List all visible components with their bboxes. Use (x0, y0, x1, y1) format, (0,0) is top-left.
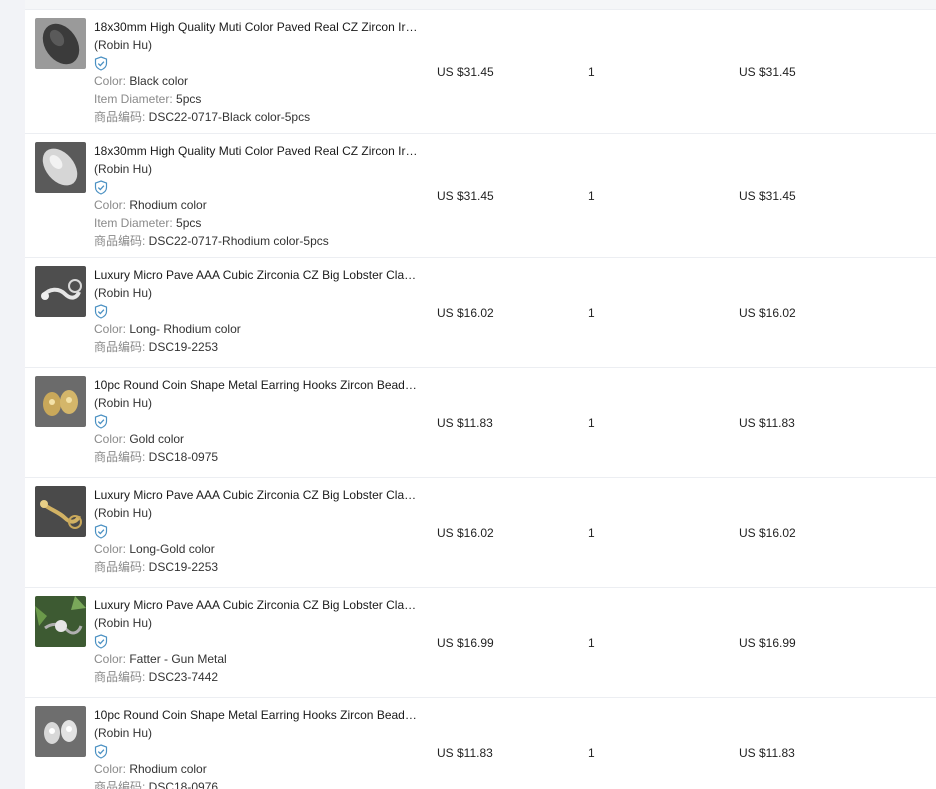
seller-name: (Robin Hu) (94, 396, 153, 410)
shield-check-icon (94, 55, 108, 71)
shield-check-icon (94, 743, 108, 759)
product-attribute: Color: Rhodium color (94, 198, 207, 212)
unit-price: US $11.83 (437, 416, 493, 430)
seller-name: (Robin Hu) (94, 38, 153, 52)
product-sku: 商品编码: DSC22-0717-Black color-5pcs (94, 110, 311, 124)
shield-check-icon (94, 633, 108, 649)
line-total: US $16.02 (739, 306, 796, 320)
shield-check-icon (94, 179, 108, 195)
unit-price: US $31.45 (437, 65, 494, 79)
unit-price: US $16.02 (437, 306, 494, 320)
product-title-link[interactable]: 18x30mm High Quality Muti Color Paved Re… (94, 142, 424, 160)
product-sku: 商品编码: DSC18-0976 (94, 780, 219, 789)
product-sku: 商品编码: DSC23-7442 (94, 670, 219, 684)
product-title-link[interactable]: 10pc Round Coin Shape Metal Earring Hook… (94, 376, 424, 394)
shield-check-icon (94, 523, 108, 539)
quantity: 1 (588, 189, 595, 203)
seller-name: (Robin Hu) (94, 506, 153, 520)
order-item-row: 10pc Round Coin Shape Metal Earring Hook… (25, 368, 936, 478)
product-thumbnail[interactable] (35, 706, 86, 757)
line-total: US $16.02 (739, 526, 796, 540)
unit-price: US $16.02 (437, 526, 494, 540)
order-item-row: Luxury Micro Pave AAA Cubic Zirconia CZ … (25, 258, 936, 368)
order-item-row: 10pc Round Coin Shape Metal Earring Hook… (25, 698, 936, 789)
unit-price: US $16.99 (437, 636, 494, 650)
line-total: US $31.45 (739, 189, 796, 203)
product-title-link[interactable]: Luxury Micro Pave AAA Cubic Zirconia CZ … (94, 486, 424, 504)
shield-check-icon (94, 413, 108, 429)
product-sku: 商品编码: DSC19-2253 (94, 340, 219, 354)
line-total: US $11.83 (739, 746, 795, 760)
line-total: US $31.45 (739, 65, 796, 79)
product-attribute: Color: Gold color (94, 432, 185, 446)
product-sku: 商品编码: DSC19-2253 (94, 560, 219, 574)
quantity: 1 (588, 746, 595, 760)
product-attribute: Item Diameter: 5pcs (94, 92, 202, 106)
order-item-row: Luxury Micro Pave AAA Cubic Zirconia CZ … (25, 588, 936, 698)
product-thumbnail[interactable] (35, 142, 86, 193)
line-total: US $11.83 (739, 416, 795, 430)
order-item-row: 18x30mm High Quality Muti Color Paved Re… (25, 10, 936, 134)
seller-name: (Robin Hu) (94, 286, 153, 300)
order-item-row: Luxury Micro Pave AAA Cubic Zirconia CZ … (25, 478, 936, 588)
product-attribute: Color: Long-Gold color (94, 542, 215, 556)
line-total: US $16.99 (739, 636, 796, 650)
product-thumbnail[interactable] (35, 596, 86, 647)
quantity: 1 (588, 416, 595, 430)
product-title-link[interactable]: Luxury Micro Pave AAA Cubic Zirconia CZ … (94, 596, 424, 614)
quantity: 1 (588, 65, 595, 79)
product-attribute: Color: Black color (94, 74, 189, 88)
product-sku: 商品编码: DSC18-0975 (94, 450, 219, 464)
product-attribute: Color: Fatter - Gun Metal (94, 652, 227, 666)
product-title-link[interactable]: Luxury Micro Pave AAA Cubic Zirconia CZ … (94, 266, 424, 284)
product-thumbnail[interactable] (35, 486, 86, 537)
order-item-row: 18x30mm High Quality Muti Color Paved Re… (25, 134, 936, 258)
product-thumbnail[interactable] (35, 18, 86, 69)
shield-check-icon (94, 303, 108, 319)
seller-name: (Robin Hu) (94, 616, 153, 630)
quantity: 1 (588, 526, 595, 540)
product-thumbnail[interactable] (35, 376, 86, 427)
product-attribute: Color: Long- Rhodium color (94, 322, 241, 336)
table-header-strip (25, 0, 936, 10)
product-attribute: Item Diameter: 5pcs (94, 216, 202, 230)
order-items-panel: 18x30mm High Quality Muti Color Paved Re… (25, 0, 936, 789)
product-title-link[interactable]: 10pc Round Coin Shape Metal Earring Hook… (94, 706, 424, 724)
seller-name: (Robin Hu) (94, 726, 153, 740)
product-title-link[interactable]: 18x30mm High Quality Muti Color Paved Re… (94, 18, 424, 36)
unit-price: US $11.83 (437, 746, 493, 760)
seller-name: (Robin Hu) (94, 162, 153, 176)
product-sku: 商品编码: DSC22-0717-Rhodium color-5pcs (94, 234, 329, 248)
product-attribute: Color: Rhodium color (94, 762, 207, 776)
product-thumbnail[interactable] (35, 266, 86, 317)
quantity: 1 (588, 306, 595, 320)
unit-price: US $31.45 (437, 189, 494, 203)
quantity: 1 (588, 636, 595, 650)
